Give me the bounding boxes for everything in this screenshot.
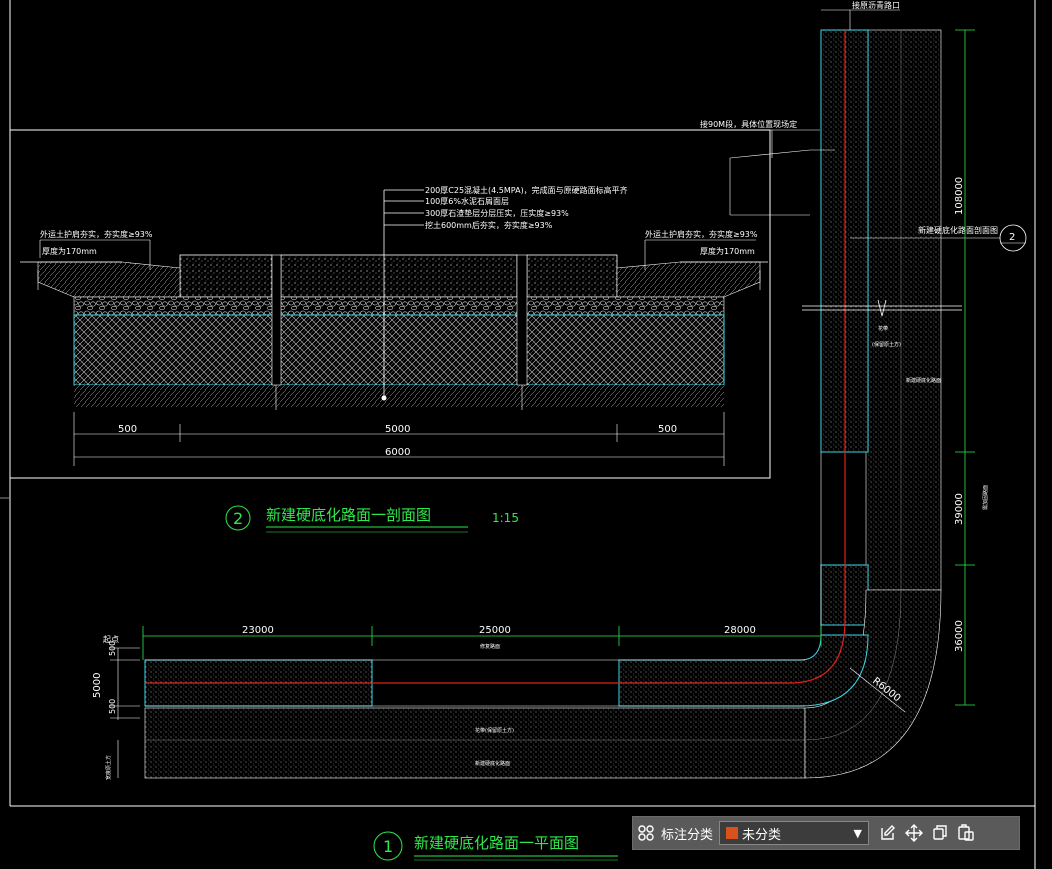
- dim-5000: 5000: [385, 424, 410, 435]
- section-number: 2: [233, 509, 243, 528]
- copy-icon[interactable]: [927, 820, 953, 846]
- annotation-toolbar: 标注分类 未分类 ▼: [632, 816, 1020, 850]
- section-drawing: 200厚C25混凝土(4.5MPA)，完成面与原硬路面标高平齐 100厚6%水泥…: [20, 185, 768, 533]
- grid-icon[interactable]: [633, 820, 659, 846]
- move-icon[interactable]: [901, 820, 927, 846]
- annotation-category-label: 标注分类: [661, 826, 714, 842]
- hdim-28000: 28000: [724, 625, 756, 636]
- hdim-23000: 23000: [242, 625, 274, 636]
- section-title: 新建硬底化路面一剖面图: [266, 506, 431, 524]
- hdim-25000: 25000: [479, 625, 511, 636]
- svg-text:新建硬底化路面: 新建硬底化路面: [475, 760, 510, 767]
- vdim-108000: 108000: [954, 177, 965, 215]
- ldim-500-bottom: 500: [108, 699, 117, 714]
- layer-note-1: 200厚C25混凝土(4.5MPA)，完成面与原硬路面标高平齐: [425, 185, 628, 195]
- annotation-category-select[interactable]: 未分类 ▼: [719, 821, 870, 845]
- pipe-note: 接90M段，具体位置现场定: [700, 119, 797, 129]
- top-label: 接原沥青路口: [852, 0, 900, 10]
- svg-text:修复路面: 修复路面: [480, 643, 500, 650]
- svg-text:(保留原土方): (保留原土方): [872, 341, 901, 348]
- svg-text:需加固路面: 需加固路面: [982, 485, 989, 510]
- edit-icon[interactable]: [875, 820, 901, 846]
- vdim-39000: 39000: [954, 493, 965, 525]
- ldim-500-top: 500: [108, 641, 117, 656]
- plan-drawing: 接90M段，具体位置现场定 接原沥青路口 新建硬底化路面剖面图 2 108000…: [92, 0, 1027, 861]
- section-ref-num: 2: [1009, 232, 1015, 243]
- vdim-36000: 36000: [954, 620, 965, 652]
- dim-500-left: 500: [118, 424, 137, 435]
- category-select-value: 未分类: [742, 826, 782, 842]
- layer-note-2: 100厚6%水泥石屑面层: [425, 196, 509, 206]
- ldim-5000: 5000: [92, 673, 103, 698]
- svg-text:新建硬底化路面: 新建硬底化路面: [906, 377, 941, 384]
- right-note-1: 外运土护肩夯实，夯实度≥93%: [645, 229, 758, 239]
- section-scale: 1:15: [492, 511, 519, 525]
- dim-6000: 6000: [385, 447, 410, 458]
- svg-text:宽度原土方: 宽度原土方: [105, 755, 112, 780]
- chevron-down-icon: ▼: [853, 826, 863, 840]
- cad-canvas[interactable]: 200厚C25混凝土(4.5MPA)，完成面与原硬路面标高平齐 100厚6%水泥…: [0, 0, 1052, 869]
- svg-text:花带: 花带: [878, 325, 888, 332]
- dim-500-right: 500: [658, 424, 677, 435]
- plan-number: 1: [383, 837, 393, 856]
- plan-title: 新建硬底化路面一平面图: [414, 834, 579, 852]
- svg-text:花带(保留原土方): 花带(保留原土方): [475, 727, 514, 734]
- left-note-2: 厚度为170mm: [42, 246, 97, 256]
- layer-note-3: 300厚石渣垫层分层压实，压实度≥93%: [425, 208, 569, 218]
- right-note-2: 厚度为170mm: [700, 246, 755, 256]
- paste-icon[interactable]: [953, 820, 979, 846]
- left-note-1: 外运土护肩夯实，夯实度≥93%: [40, 229, 153, 239]
- layer-note-4: 挖土600mm后夯实，夯实度≥93%: [425, 220, 553, 230]
- section-ref-label: 新建硬底化路面剖面图: [918, 225, 998, 235]
- category-color-swatch: [726, 827, 739, 839]
